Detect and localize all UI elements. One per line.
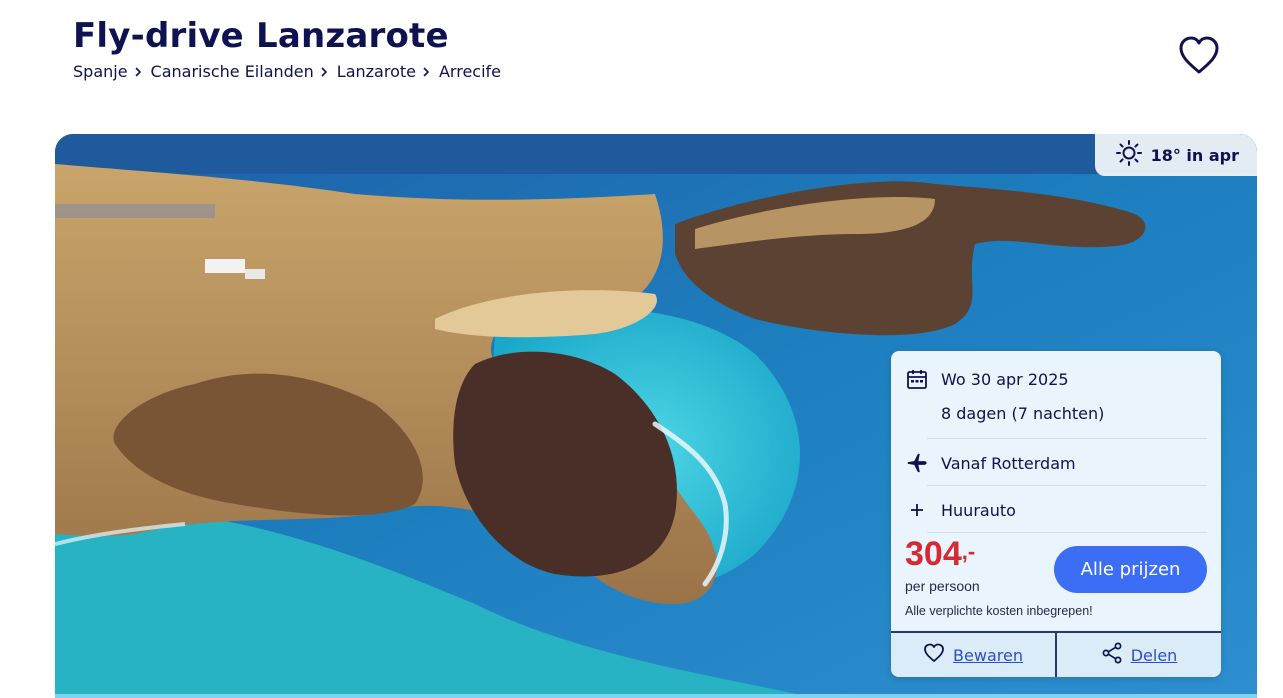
weather-badge: 18° in apr bbox=[1094, 134, 1257, 176]
heart-icon bbox=[923, 643, 945, 667]
breadcrumb-item-arrecife[interactable]: Arrecife bbox=[439, 62, 501, 81]
breadcrumb: Spanje Canarische Eilanden Lanzarote Arr… bbox=[73, 62, 501, 81]
all-prices-button[interactable]: Alle prijzen bbox=[1054, 546, 1207, 593]
chevron-right-icon bbox=[134, 66, 142, 78]
departure-text: Vanaf Rotterdam bbox=[941, 453, 1076, 473]
costs-note: Alle verplichte kosten inbegrepen! bbox=[905, 604, 1093, 618]
plane-icon bbox=[905, 451, 929, 475]
favorite-heart-icon[interactable] bbox=[1177, 34, 1221, 78]
booking-card: Wo 30 apr 2025 8 dagen (7 nachten) Vanaf… bbox=[891, 351, 1221, 677]
price-suffix: ,- bbox=[961, 539, 976, 564]
date-text: Wo 30 apr 2025 bbox=[941, 369, 1069, 389]
weather-text: 18° in apr bbox=[1150, 145, 1239, 165]
save-label: Bewaren bbox=[953, 645, 1023, 665]
sun-icon bbox=[1115, 139, 1143, 171]
chevron-right-icon bbox=[320, 66, 328, 78]
extra-text: Huurauto bbox=[941, 500, 1016, 520]
duration-row: 8 dagen (7 nachten) bbox=[941, 404, 1207, 423]
page-title: Fly-drive Lanzarote bbox=[73, 16, 449, 56]
departure-row[interactable]: Vanaf Rotterdam bbox=[905, 451, 1207, 475]
breadcrumb-item-lanzarote[interactable]: Lanzarote bbox=[337, 62, 416, 81]
divider bbox=[927, 485, 1207, 486]
breadcrumb-item-canarische-eilanden[interactable]: Canarische Eilanden bbox=[151, 62, 314, 81]
breadcrumb-item-spanje[interactable]: Spanje bbox=[73, 62, 128, 81]
duration-text: 8 dagen (7 nachten) bbox=[941, 404, 1105, 423]
divider bbox=[927, 438, 1207, 439]
price-unit: per persoon bbox=[905, 578, 980, 594]
price: 304,- bbox=[905, 535, 975, 574]
share-label: Delen bbox=[1130, 645, 1178, 665]
save-button[interactable]: Bewaren bbox=[891, 633, 1055, 677]
date-row[interactable]: Wo 30 apr 2025 bbox=[905, 367, 1207, 391]
extra-row: Huurauto bbox=[905, 498, 1207, 522]
calendar-icon bbox=[905, 367, 929, 391]
share-icon bbox=[1101, 642, 1123, 668]
chevron-right-icon bbox=[422, 66, 430, 78]
price-amount: 304 bbox=[905, 535, 962, 573]
card-footer: Bewaren Delen bbox=[891, 631, 1221, 677]
plus-icon bbox=[905, 498, 929, 522]
hero-underline bbox=[55, 694, 1257, 698]
share-button[interactable]: Delen bbox=[1055, 633, 1221, 677]
divider bbox=[927, 532, 1207, 533]
